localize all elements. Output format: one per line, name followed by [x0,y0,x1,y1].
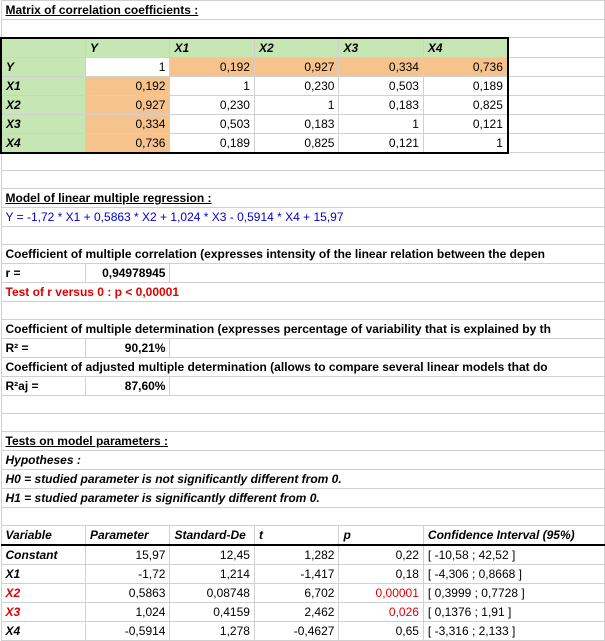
corr-row-y: Y [1,57,85,76]
param-var: X2 [1,584,85,603]
title-model: Model of linear multiple regression : [1,189,605,208]
cell: 0,927 [85,95,169,114]
cell: 0,927 [254,57,338,76]
param-var: X4 [1,622,85,641]
param-value: -0,5914 [85,622,169,641]
h0: H0 = studied parameter is not significan… [1,470,605,489]
spreadsheet-grid: Matrix of correlation coefficients : Y X… [0,0,605,641]
h1: H1 = studied parameter is significantly … [1,489,605,508]
cell: 0,192 [85,76,169,95]
param-p: 0,00001 [339,584,423,603]
cell: 0,334 [85,114,169,133]
param-sd: 1,278 [170,622,254,641]
cell: 1 [339,114,423,133]
corr-head-x3: X3 [339,38,423,58]
title-coeff-mult: Coefficient of multiple correlation (exp… [1,245,605,264]
param-p: 0,026 [339,603,423,622]
param-ci: [ -3,316 ; 2,133 ] [423,622,604,641]
corr-row-x1: X1 [1,76,85,95]
corr-head-x1: X1 [170,38,254,58]
cell: 0,189 [170,133,254,153]
cell: 0,189 [423,76,507,95]
param-p: 0,22 [339,545,423,565]
param-t: 2,462 [254,603,338,622]
title-matrix: Matrix of correlation coefficients : [1,1,605,20]
cell: 0,736 [423,57,507,76]
corr-row-x4: X4 [1,133,85,153]
corr-row-x3: X3 [1,114,85,133]
cell: 0,825 [423,95,507,114]
param-value: 1,024 [85,603,169,622]
param-var: X3 [1,603,85,622]
param-row: X3 1,024 0,4159 2,462 0,026 [ 0,1376 ; 1… [1,603,605,622]
param-head-p: p [339,526,423,546]
param-sd: 12,45 [170,545,254,565]
r-label: r = [1,264,85,283]
param-head-ci: Confidence Interval (95%) [423,526,604,546]
param-ci: [ -10,58 ; 42,52 ] [423,545,604,565]
corr-head-y: Y [85,38,169,58]
cell: 1 [170,76,254,95]
title-tests: Tests on model parameters : [1,432,605,451]
param-head-t: t [254,526,338,546]
equation: Y = -1,72 * X1 + 0,5863 * X2 + 1,024 * X… [1,208,605,227]
corr-row-x2: X2 [1,95,85,114]
cell: 0,503 [339,76,423,95]
param-t: 1,282 [254,545,338,565]
param-head-var: Variable [1,526,85,546]
param-head-sd: Standard-De [170,526,254,546]
r2-value: 90,21% [85,339,169,358]
param-t: -0,4627 [254,622,338,641]
corr-head-x4: X4 [423,38,507,58]
param-row: X4 -0,5914 1,278 -0,4627 0,65 [ -3,316 ;… [1,622,605,641]
r-test: Test of r versus 0 : p < 0,00001 [1,283,605,302]
param-value: 0,5863 [85,584,169,603]
title-coeff-adj: Coefficient of adjusted multiple determi… [1,358,605,377]
param-p: 0,65 [339,622,423,641]
param-var: Constant [1,545,85,565]
cell: 0,736 [85,133,169,153]
param-ci: [ 0,3999 ; 0,7728 ] [423,584,604,603]
r2aj-value: 87,60% [85,377,169,396]
param-row: Constant 15,97 12,45 1,282 0,22 [ -10,58… [1,545,605,565]
cell: 0,192 [170,57,254,76]
r2-label: R² = [1,339,85,358]
param-ci: [ 0,1376 ; 1,91 ] [423,603,604,622]
r2aj-label: R²aj = [1,377,85,396]
hypotheses: Hypotheses : [1,451,605,470]
cell: 0,121 [423,114,507,133]
param-sd: 0,4159 [170,603,254,622]
cell: 1 [254,95,338,114]
cell: 1 [423,133,507,153]
r-value: 0,94978945 [85,264,169,283]
param-t: 6,702 [254,584,338,603]
param-sd: 0,08748 [170,584,254,603]
cell: 0,334 [339,57,423,76]
cell: 1 [85,57,169,76]
cell: 0,183 [254,114,338,133]
cell: 0,503 [170,114,254,133]
param-row: X2 0,5863 0,08748 6,702 0,00001 [ 0,3999… [1,584,605,603]
param-head-param: Parameter [85,526,169,546]
cell: 0,825 [254,133,338,153]
cell: 0,230 [170,95,254,114]
param-value: 15,97 [85,545,169,565]
corr-head-x2: X2 [254,38,338,58]
cell: 0,230 [254,76,338,95]
cell: 0,183 [339,95,423,114]
title-coeff-det: Coefficient of multiple determination (e… [1,320,605,339]
cell: 0,121 [339,133,423,153]
